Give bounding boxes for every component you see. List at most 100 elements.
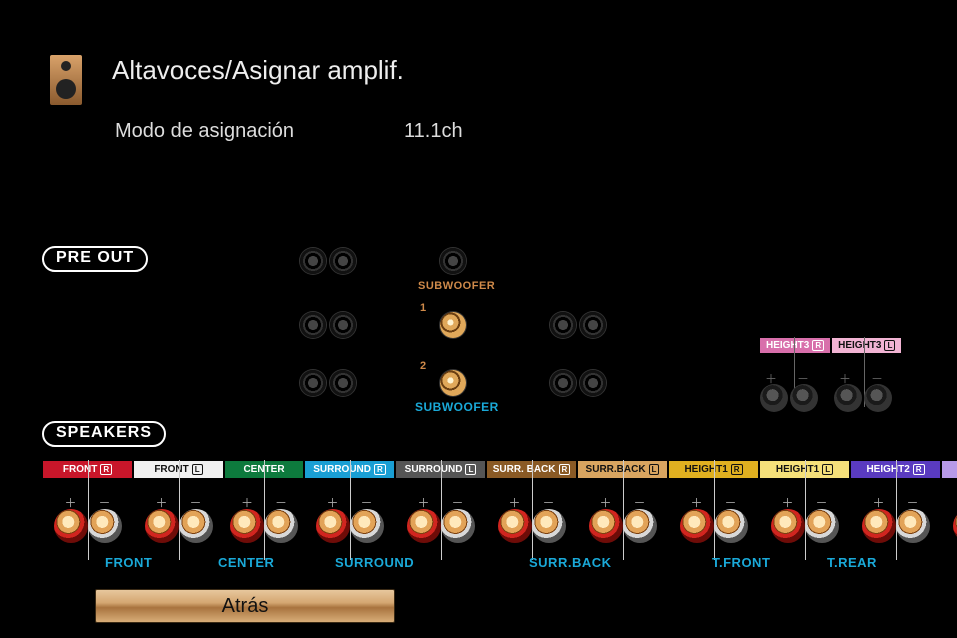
preout-jack [440, 248, 466, 274]
binding-post-pair: ＋－ [941, 509, 957, 543]
binding-post-positive: ＋ [953, 509, 957, 543]
plus-icon: ＋ [508, 494, 520, 511]
plus-icon: ＋ [690, 494, 702, 511]
plus-icon: ＋ [64, 494, 76, 511]
binding-post-pair: ＋－ [668, 509, 759, 543]
binding-post-pair: ＋－ [759, 509, 850, 543]
binding-post-negative: － [896, 509, 930, 543]
plus-icon: ＋ [155, 494, 167, 511]
binding-post-positive: ＋ [680, 509, 714, 543]
minus-icon: － [542, 494, 554, 511]
binding-post-negative: － [532, 509, 566, 543]
speaker-column: HEIGHT2L ＋－ [941, 460, 957, 543]
minus-icon: － [360, 494, 372, 511]
speaker-column: HEIGHT1L＋－ [759, 460, 850, 543]
speaker-column: SURR.BACKL＋－ [577, 460, 668, 543]
binding-post-pair: ＋－ [577, 509, 668, 543]
binding-post-positive: ＋ [54, 509, 88, 543]
speaker-group-label: CENTER [218, 555, 274, 570]
binding-post-negative: － [623, 509, 657, 543]
speaker-column: CENTER＋－ [224, 460, 304, 543]
minus-icon: － [815, 494, 827, 511]
binding-post-negative: － [264, 509, 298, 543]
minus-icon: － [724, 494, 736, 511]
preout-jack-pair [300, 370, 356, 396]
preout-jack-pair [550, 370, 606, 396]
binding-post-negative: － [179, 509, 213, 543]
speaker-column: HEIGHT2R＋－ [850, 460, 941, 543]
binding-post-positive: ＋ [771, 509, 805, 543]
plus-icon: ＋ [765, 370, 777, 387]
plus-icon: ＋ [839, 370, 851, 387]
preout-area: SUBWOOFER 1 2 SUBWOOFER [290, 240, 780, 410]
binding-post-pair: ＋－ [224, 509, 304, 543]
speaker-group-label: FRONT [105, 555, 152, 570]
speaker-column: HEIGHT1R＋－ [668, 460, 759, 543]
binding-post-pair: ＋－ [133, 509, 224, 543]
height3-r-label: HEIGHT3 [766, 340, 809, 351]
speaker-tab-label: SURROUND [313, 464, 371, 475]
binding-post-negative: － [805, 509, 839, 543]
binding-post-pair: ＋－ [304, 509, 395, 543]
speaker-column: SURROUNDL＋－ [395, 460, 486, 543]
speaker-group-label: SURR.BACK [529, 555, 612, 570]
r-badge: R [100, 464, 112, 475]
binding-post-negative: － [88, 509, 122, 543]
speaker-group-label: SURROUND [335, 555, 414, 570]
binding-post-positive: ＋ [145, 509, 179, 543]
plus-icon: ＋ [417, 494, 429, 511]
back-button[interactable]: Atrás [95, 589, 395, 623]
subwoofer-label-bottom: SUBWOOFER [415, 400, 499, 414]
binding-post-pair: ＋－ [395, 509, 486, 543]
speaker-tab-label: FRONT [154, 464, 188, 475]
minus-icon: － [451, 494, 463, 511]
binding-post [760, 384, 788, 412]
minus-icon: － [98, 494, 110, 511]
height3-l-label: HEIGHT3 [838, 340, 881, 351]
mode-value: 11.1ch [404, 120, 463, 143]
l-badge: L [192, 464, 203, 475]
speaker-group-label: T.FRONT [712, 555, 770, 570]
l-badge: L [822, 464, 833, 475]
speaker-tab-label: SURR.BACK [586, 464, 646, 475]
plus-icon: ＋ [326, 494, 338, 511]
speaker-tab-label: HEIGHT1 [684, 464, 727, 475]
l-badge: L [465, 464, 476, 475]
subwoofer-num-1: 1 [420, 302, 426, 314]
minus-icon: － [906, 494, 918, 511]
r-badge: R [812, 340, 824, 351]
binding-post-positive: ＋ [862, 509, 896, 543]
plus-icon: ＋ [781, 494, 793, 511]
binding-post-positive: ＋ [230, 509, 264, 543]
height3-l-tab: HEIGHT3 L [831, 337, 902, 354]
speaker-column: SURR. BACKR＋－ [486, 460, 577, 543]
mode-label: Modo de asignación [115, 120, 294, 143]
height3-block: HEIGHT3 R HEIGHT3 L ＋ － ＋ － [759, 337, 902, 417]
subwoofer-num-2: 2 [420, 360, 426, 372]
minus-icon: － [797, 370, 809, 387]
plus-icon: ＋ [599, 494, 611, 511]
binding-post [864, 384, 892, 412]
speakers-section-label: SPEAKERS [42, 421, 166, 447]
subwoofer-label-top: SUBWOOFER [418, 280, 495, 292]
minus-icon: － [871, 370, 883, 387]
binding-post-pair: ＋－ [850, 509, 941, 543]
binding-post [834, 384, 862, 412]
preout-jack-pair [300, 248, 356, 274]
preout-jack-pair [300, 312, 356, 338]
binding-post-negative: － [714, 509, 748, 543]
speaker-tab-label: SURR. BACK [493, 464, 556, 475]
preout-section-label: PRE OUT [42, 246, 148, 272]
speaker-column: SURROUNDR＋－ [304, 460, 395, 543]
l-badge: L [884, 340, 895, 351]
speaker-tab: HEIGHT2L [941, 460, 957, 479]
l-badge: L [649, 464, 660, 475]
binding-post-pair: ＋－ [486, 509, 577, 543]
binding-post-positive: ＋ [316, 509, 350, 543]
r-badge: R [559, 464, 571, 475]
binding-post-positive: ＋ [589, 509, 623, 543]
speaker-group-label: T.REAR [827, 555, 877, 570]
binding-post-positive: ＋ [407, 509, 441, 543]
height3-r-tab: HEIGHT3 R [759, 337, 831, 354]
binding-post-pair: ＋－ [42, 509, 133, 543]
